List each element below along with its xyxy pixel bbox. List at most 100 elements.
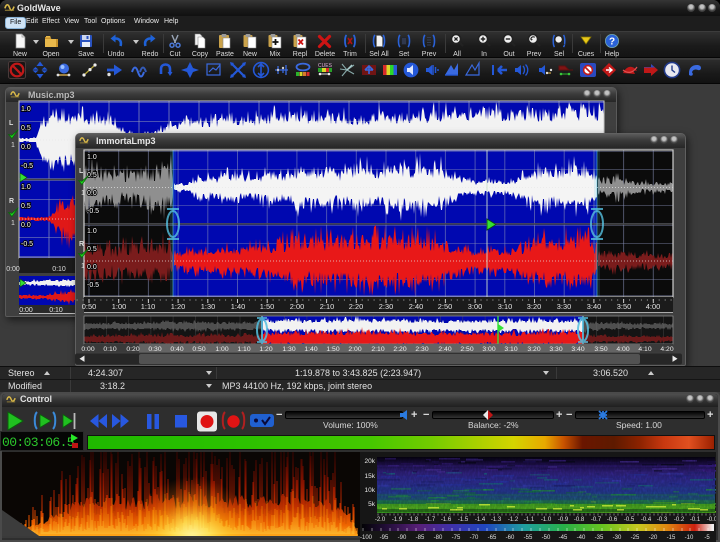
svg-text:2:10: 2:10 xyxy=(320,302,334,311)
svg-text:-1.8: -1.8 xyxy=(408,517,419,523)
svg-text:-95: -95 xyxy=(380,535,389,541)
svg-text:1:50: 1:50 xyxy=(326,346,339,353)
svg-text:-0.5: -0.5 xyxy=(87,208,99,215)
svg-text:0:20: 0:20 xyxy=(126,346,139,353)
svg-text:-0.5: -0.5 xyxy=(21,241,33,248)
svg-text:-45: -45 xyxy=(559,535,568,541)
svg-text:-0.5: -0.5 xyxy=(87,282,99,289)
svg-text:4:00: 4:00 xyxy=(616,346,629,353)
svg-text:2:50: 2:50 xyxy=(438,302,452,311)
svg-text:2:30: 2:30 xyxy=(415,346,428,353)
svg-text:4:00: 4:00 xyxy=(646,302,660,311)
svg-text:2:50: 2:50 xyxy=(460,346,473,353)
svg-text:1:30: 1:30 xyxy=(282,346,295,353)
svg-text:-15: -15 xyxy=(667,535,676,541)
svg-text:-1.2: -1.2 xyxy=(508,517,519,523)
svg-text:-0.7: -0.7 xyxy=(591,517,602,523)
svg-text:1:00: 1:00 xyxy=(112,302,126,311)
svg-text:-1.9: -1.9 xyxy=(392,517,403,523)
svg-text:3:10: 3:10 xyxy=(498,302,512,311)
svg-text:-1.4: -1.4 xyxy=(475,517,486,523)
svg-text:-0.5: -0.5 xyxy=(624,517,635,523)
svg-text:1:20: 1:20 xyxy=(171,302,185,311)
svg-text:3:20: 3:20 xyxy=(527,346,540,353)
svg-text:-1.7: -1.7 xyxy=(425,517,436,523)
svg-text:-30: -30 xyxy=(613,535,622,541)
svg-text:-0.5: -0.5 xyxy=(21,163,33,170)
svg-text:-1.0: -1.0 xyxy=(541,517,552,523)
svg-text:-55: -55 xyxy=(524,535,533,541)
svg-text:-75: -75 xyxy=(452,535,461,541)
svg-text:-1.1: -1.1 xyxy=(524,517,535,523)
svg-text:1:30: 1:30 xyxy=(201,302,215,311)
svg-text:-0.8: -0.8 xyxy=(574,517,585,523)
svg-text:-5: -5 xyxy=(704,535,710,541)
svg-text:3:40: 3:40 xyxy=(587,302,601,311)
svg-text:2:10: 2:10 xyxy=(371,346,384,353)
svg-text:1:10: 1:10 xyxy=(141,302,155,311)
svg-text:-90: -90 xyxy=(398,535,407,541)
svg-text:1.0: 1.0 xyxy=(87,154,97,161)
svg-text:-10: -10 xyxy=(685,535,694,541)
svg-text:1.0: 1.0 xyxy=(21,184,31,191)
svg-text:-100: -100 xyxy=(360,535,373,541)
svg-text:-0.9: -0.9 xyxy=(558,517,569,523)
svg-text:-70: -70 xyxy=(470,535,479,541)
svg-text:0:30: 0:30 xyxy=(148,346,161,353)
svg-text:3:30: 3:30 xyxy=(549,346,562,353)
svg-text:0.0: 0.0 xyxy=(21,222,31,229)
svg-text:0.5: 0.5 xyxy=(21,203,31,210)
svg-text:2:40: 2:40 xyxy=(438,346,451,353)
svg-text:2:00: 2:00 xyxy=(290,302,304,311)
svg-text:-1.5: -1.5 xyxy=(458,517,469,523)
svg-text:10k: 10k xyxy=(365,487,376,494)
svg-text:-0.6: -0.6 xyxy=(607,517,618,523)
svg-text:5k: 5k xyxy=(368,501,376,508)
svg-text:-0.1: -0.1 xyxy=(690,517,701,523)
svg-text:3:10: 3:10 xyxy=(504,346,517,353)
svg-text:0:00: 0:00 xyxy=(19,307,33,314)
svg-text:3:00: 3:00 xyxy=(482,346,495,353)
svg-text:-20: -20 xyxy=(649,535,658,541)
svg-text:1:20: 1:20 xyxy=(259,346,272,353)
svg-text:2:30: 2:30 xyxy=(379,302,393,311)
svg-text:-85: -85 xyxy=(416,535,425,541)
svg-text:-2.0: -2.0 xyxy=(375,517,386,523)
svg-text:0:10: 0:10 xyxy=(52,266,66,273)
svg-text:-50: -50 xyxy=(542,535,551,541)
svg-text:-1.6: -1.6 xyxy=(441,517,452,523)
svg-text:2:40: 2:40 xyxy=(409,302,423,311)
svg-text:2:00: 2:00 xyxy=(348,346,361,353)
svg-text:0:40: 0:40 xyxy=(170,346,183,353)
svg-text:0:10: 0:10 xyxy=(103,346,116,353)
svg-text:-0.4: -0.4 xyxy=(641,517,652,523)
svg-text:0:50: 0:50 xyxy=(192,346,205,353)
svg-text:2:20: 2:20 xyxy=(349,302,363,311)
svg-text:1:00: 1:00 xyxy=(215,346,228,353)
svg-text:-0.3: -0.3 xyxy=(657,517,668,523)
svg-text:3:50: 3:50 xyxy=(594,346,607,353)
svg-text:-65: -65 xyxy=(488,535,497,541)
svg-text:0.0: 0.0 xyxy=(87,190,97,197)
svg-text:0.0: 0.0 xyxy=(87,264,97,271)
svg-text:15k: 15k xyxy=(365,473,376,480)
svg-text:-35: -35 xyxy=(595,535,604,541)
svg-text:3:30: 3:30 xyxy=(557,302,571,311)
svg-text:1.0: 1.0 xyxy=(21,106,31,113)
svg-text:0:10: 0:10 xyxy=(49,307,63,314)
svg-text:3:50: 3:50 xyxy=(617,302,631,311)
svg-text:0.5: 0.5 xyxy=(21,125,31,132)
svg-text:-25: -25 xyxy=(631,535,640,541)
svg-text:3:20: 3:20 xyxy=(527,302,541,311)
svg-text:-40: -40 xyxy=(577,535,586,541)
svg-text:-0.2: -0.2 xyxy=(674,517,685,523)
svg-text:20k: 20k xyxy=(365,458,376,465)
svg-text:1:40: 1:40 xyxy=(304,346,317,353)
svg-text:4:10: 4:10 xyxy=(638,346,651,353)
svg-text:1:10: 1:10 xyxy=(237,346,250,353)
svg-text:4:20: 4:20 xyxy=(660,346,673,353)
svg-text:?: ? xyxy=(609,36,615,47)
svg-text:1.0: 1.0 xyxy=(87,228,97,235)
svg-text:2:20: 2:20 xyxy=(393,346,406,353)
svg-text:-80: -80 xyxy=(434,535,443,541)
